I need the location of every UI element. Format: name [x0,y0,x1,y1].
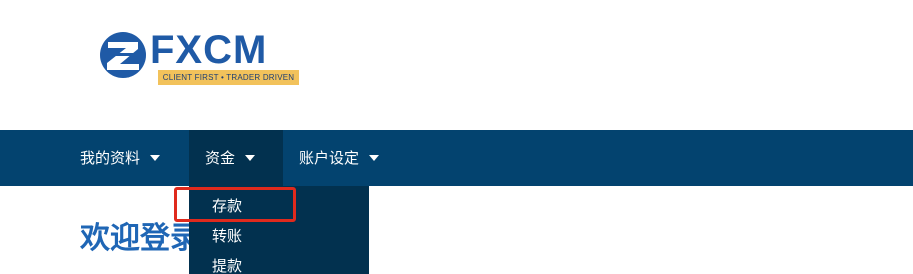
nav-item-label: 我的资料 [80,149,141,167]
menu-item-transfer[interactable]: 转账 [212,226,242,246]
nav-item-label: 账户设定 [299,149,360,167]
logo-wordmark: FXCM [150,28,268,72]
welcome-heading: 欢迎登录 [80,221,200,256]
nav-item-my-profile[interactable]: 我的资料 [80,130,180,186]
main-nav: 我的资料 资金 账户设定 [0,130,913,186]
caret-down-icon [150,154,161,161]
fxcm-logo[interactable]: FXCM CLIENT FIRST • TRADER DRIVEN [98,28,302,86]
caret-down-icon [245,154,256,161]
highlight-annotation-box [174,187,296,222]
caret-down-icon [369,154,380,161]
nav-item-funds[interactable]: 资金 [189,130,283,186]
page: FXCM CLIENT FIRST • TRADER DRIVEN 我的资料 资… [0,0,913,274]
nav-item-label: 资金 [205,149,236,167]
logo-tagline: CLIENT FIRST • TRADER DRIVEN [158,70,299,85]
menu-item-withdraw[interactable]: 提款 [212,256,242,274]
nav-item-account-settings[interactable]: 账户设定 [299,130,399,186]
fxcm-logo-mark-icon [100,32,146,78]
